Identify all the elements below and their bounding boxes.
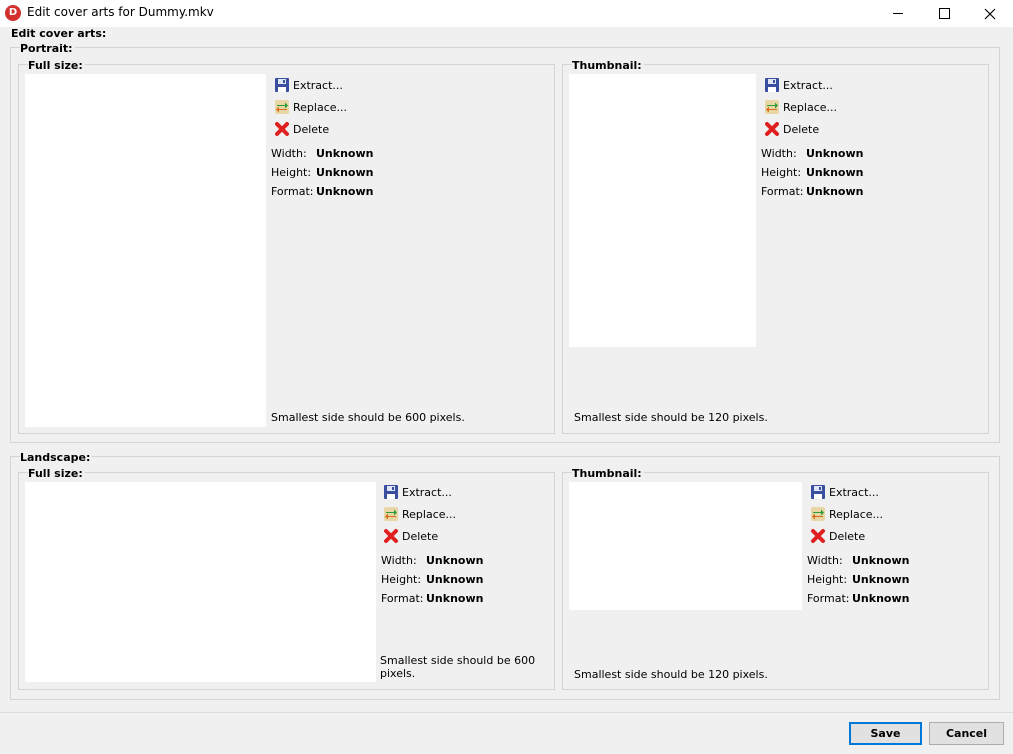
floppy-disk-icon bbox=[765, 78, 779, 92]
extract-label: Extract... bbox=[829, 485, 879, 499]
landscape-full-label: Full size: bbox=[28, 467, 85, 480]
red-x-icon bbox=[765, 122, 779, 136]
width-value: Unknown bbox=[426, 554, 484, 567]
replace-label: Replace... bbox=[829, 507, 884, 521]
portrait-label: Portrait: bbox=[20, 42, 75, 55]
close-button[interactable] bbox=[967, 0, 1013, 27]
cancel-button[interactable]: Cancel bbox=[929, 722, 1004, 745]
maximize-icon bbox=[938, 8, 950, 19]
floppy-disk-icon bbox=[811, 485, 825, 499]
format-value: Unknown bbox=[806, 185, 864, 198]
landscape-thumb-extract-button[interactable]: Extract... bbox=[810, 483, 879, 501]
format-value: Unknown bbox=[852, 592, 910, 605]
portrait-thumb-label: Thumbnail: bbox=[572, 59, 644, 72]
format-label: Format: bbox=[761, 185, 804, 198]
width-value: Unknown bbox=[806, 147, 864, 160]
minimize-button[interactable] bbox=[875, 0, 921, 27]
landscape-full-image-area[interactable] bbox=[25, 482, 376, 682]
height-value: Unknown bbox=[316, 166, 374, 179]
maximize-button[interactable] bbox=[921, 0, 967, 27]
window-title: Edit cover arts for Dummy.mkv bbox=[27, 5, 214, 19]
swap-arrows-icon bbox=[384, 507, 398, 521]
extract-label: Extract... bbox=[783, 78, 833, 92]
swap-arrows-icon bbox=[275, 100, 289, 114]
portrait-full-label: Full size: bbox=[28, 59, 85, 72]
height-value: Unknown bbox=[426, 573, 484, 586]
red-x-icon bbox=[384, 529, 398, 543]
swap-arrows-icon bbox=[765, 100, 779, 114]
height-label: Height: bbox=[271, 166, 312, 179]
save-button[interactable]: Save bbox=[849, 722, 922, 745]
landscape-thumb-image-area[interactable] bbox=[569, 482, 802, 610]
portrait-thumb-hint: Smallest side should be 120 pixels. bbox=[574, 411, 768, 424]
portrait-full-delete-button[interactable]: Delete bbox=[274, 120, 329, 138]
format-label: Format: bbox=[807, 592, 850, 605]
minimize-icon bbox=[893, 13, 903, 14]
edit-cover-arts-heading: Edit cover arts: bbox=[11, 27, 107, 40]
format-label: Format: bbox=[381, 592, 424, 605]
format-value: Unknown bbox=[316, 185, 374, 198]
red-x-icon bbox=[275, 122, 289, 136]
close-icon bbox=[984, 8, 996, 19]
delete-label: Delete bbox=[829, 529, 866, 543]
footer-separator bbox=[0, 712, 1013, 713]
replace-label: Replace... bbox=[293, 100, 348, 114]
landscape-thumb-delete-button[interactable]: Delete bbox=[810, 527, 865, 545]
landscape-thumb-label: Thumbnail: bbox=[572, 467, 644, 480]
height-value: Unknown bbox=[806, 166, 864, 179]
replace-label: Replace... bbox=[402, 507, 457, 521]
extract-label: Extract... bbox=[293, 78, 343, 92]
portrait-thumb-delete-button[interactable]: Delete bbox=[764, 120, 819, 138]
portrait-full-extract-button[interactable]: Extract... bbox=[274, 76, 343, 94]
extract-label: Extract... bbox=[402, 485, 452, 499]
delete-label: Delete bbox=[783, 122, 820, 136]
delete-label: Delete bbox=[402, 529, 439, 543]
portrait-full-image-area[interactable] bbox=[25, 74, 266, 427]
title-bar: D Edit cover arts for Dummy.mkv bbox=[0, 0, 1013, 27]
landscape-full-hint: Smallest side should be 600 pixels. bbox=[380, 654, 536, 680]
replace-label: Replace... bbox=[783, 100, 838, 114]
height-label: Height: bbox=[807, 573, 848, 586]
landscape-full-replace-button[interactable]: Replace... bbox=[383, 505, 456, 523]
format-label: Format: bbox=[271, 185, 314, 198]
width-label: Width: bbox=[807, 554, 843, 567]
red-x-icon bbox=[811, 529, 825, 543]
width-label: Width: bbox=[271, 147, 307, 160]
floppy-disk-icon bbox=[275, 78, 289, 92]
width-label: Width: bbox=[761, 147, 797, 160]
width-label: Width: bbox=[381, 554, 417, 567]
width-value: Unknown bbox=[852, 554, 910, 567]
landscape-full-extract-button[interactable]: Extract... bbox=[383, 483, 452, 501]
portrait-full-hint: Smallest side should be 600 pixels. bbox=[271, 411, 465, 424]
landscape-full-delete-button[interactable]: Delete bbox=[383, 527, 438, 545]
height-label: Height: bbox=[761, 166, 802, 179]
swap-arrows-icon bbox=[811, 507, 825, 521]
delete-label: Delete bbox=[293, 122, 330, 136]
format-value: Unknown bbox=[426, 592, 484, 605]
portrait-thumb-replace-button[interactable]: Replace... bbox=[764, 98, 837, 116]
height-label: Height: bbox=[381, 573, 422, 586]
width-value: Unknown bbox=[316, 147, 374, 160]
landscape-thumb-replace-button[interactable]: Replace... bbox=[810, 505, 883, 523]
portrait-thumb-image-area[interactable] bbox=[569, 74, 756, 347]
portrait-thumb-extract-button[interactable]: Extract... bbox=[764, 76, 833, 94]
app-logo-icon: D bbox=[5, 5, 21, 21]
height-value: Unknown bbox=[852, 573, 910, 586]
portrait-full-replace-button[interactable]: Replace... bbox=[274, 98, 347, 116]
floppy-disk-icon bbox=[384, 485, 398, 499]
landscape-label: Landscape: bbox=[20, 451, 93, 464]
landscape-thumb-hint: Smallest side should be 120 pixels. bbox=[574, 668, 768, 681]
